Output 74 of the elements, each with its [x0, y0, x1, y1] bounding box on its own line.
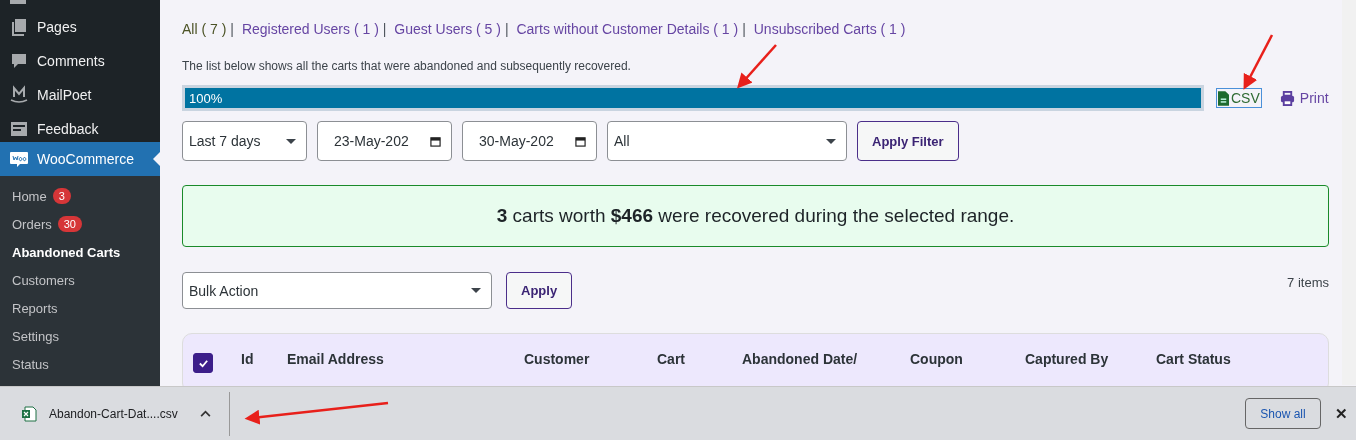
checkmark-icon [197, 357, 209, 369]
menu-label: Comments [37, 53, 105, 69]
sidebar-item[interactable]: MailPoet [0, 78, 160, 112]
date-range-select[interactable]: Last 7 days [182, 121, 307, 161]
menu-label: MailPoet [37, 87, 92, 103]
sidebar-item[interactable]: WooCommerce [0, 142, 160, 176]
column-header[interactable]: Cart [657, 351, 742, 367]
summary-text: 3 carts worth $466 were recovered during the selected range. [496, 205, 1015, 227]
progress-label: 100% [189, 91, 223, 106]
menu-label: Feedback [37, 121, 99, 137]
filter-link[interactable]: Carts without Customer Details ( 1 ) [516, 21, 739, 37]
column-header[interactable]: Coupon [910, 351, 1025, 367]
submenu-label: Home [12, 188, 47, 204]
column-header[interactable]: Id [241, 351, 287, 367]
submenu-item[interactable]: Reports [0, 294, 160, 322]
submenu-item[interactable]: Home 3 [0, 182, 160, 210]
submenu-label: Settings [12, 328, 59, 344]
filter-link[interactable]: Guest Users ( 5 ) [394, 21, 501, 37]
calendar-icon [430, 135, 441, 147]
description-text: The list below shows all the carts that were abandoned and subsequently recovered. [182, 59, 632, 73]
column-header[interactable]: Cart Status [1156, 351, 1276, 367]
close-button[interactable]: ✕ [1329, 403, 1354, 424]
select-all-checkbox[interactable] [193, 353, 213, 373]
filter-link[interactable]: Unsubscribed Carts ( 1 ) [753, 21, 906, 37]
submenu-label: Reports [12, 300, 58, 316]
filter-link[interactable]: Registered Users ( 1 ) [241, 21, 379, 37]
spreadsheet-file-icon [21, 405, 37, 422]
print-link[interactable]: Print [1279, 90, 1329, 106]
separator: | [382, 21, 387, 37]
submenu-item[interactable]: Status [0, 350, 160, 378]
pages-icon [9, 17, 29, 37]
m-letter-icon [9, 85, 29, 105]
speech-bubble-logo-icon [9, 149, 29, 169]
column-header[interactable]: Abandoned Date/ [742, 351, 910, 367]
separator: | [504, 21, 509, 37]
submenu-label: Orders [12, 216, 52, 232]
submenu-label: Status [12, 356, 49, 372]
annotation-arrow [1243, 34, 1274, 90]
end-date-field[interactable]: 30-May-202 [462, 121, 597, 161]
count-badge: 3 [52, 188, 71, 204]
sidebar-item[interactable]: Comments [0, 44, 160, 78]
submenu-label: Abandoned Carts [12, 244, 121, 260]
menu-label: Pages [37, 19, 77, 35]
start-date-field[interactable]: 23-May-202 [317, 121, 452, 161]
count-badge: 30 [57, 216, 82, 232]
comment-icon [9, 51, 29, 71]
scrollbar[interactable] [1342, 0, 1356, 385]
file-name[interactable]: Abandon-Cart-Dat....csv [49, 406, 178, 421]
calendar-icon [575, 135, 586, 147]
feedback-icon [9, 119, 29, 139]
filter-link[interactable]: All ( 7 ) [182, 21, 227, 37]
apply-filter-button[interactable]: Apply Filter [857, 121, 959, 161]
csv-export-link[interactable]: CSV [1216, 88, 1262, 108]
submenu-label: Customers [12, 272, 75, 288]
submenu-item[interactable]: Customers [0, 266, 160, 294]
annotation-arrow [737, 44, 777, 89]
separator: | [742, 21, 746, 37]
printer-icon [1279, 90, 1295, 106]
item-count: 7 items [1287, 275, 1329, 290]
submenu-item[interactable]: Orders 30 [0, 210, 160, 238]
submenu-item[interactable]: Settings [0, 322, 160, 350]
bulk-action-select[interactable]: Bulk Action [182, 272, 492, 309]
show-all-button[interactable]: Show all [1245, 398, 1321, 429]
cart-type-select[interactable]: All [607, 121, 847, 161]
spreadsheet-file-icon [1218, 90, 1229, 106]
submenu-item[interactable]: Abandoned Carts [0, 238, 160, 266]
sidebar-item[interactable]: Pages [0, 10, 160, 44]
column-header[interactable]: Customer [524, 351, 657, 367]
apply-button[interactable]: Apply [506, 272, 573, 309]
menu-label: WooCommerce [37, 151, 134, 167]
chevron-up-icon[interactable] [199, 410, 211, 417]
separator: | [230, 21, 234, 37]
column-header[interactable]: Captured By [1025, 351, 1156, 367]
column-header[interactable]: Email Address [287, 351, 524, 367]
